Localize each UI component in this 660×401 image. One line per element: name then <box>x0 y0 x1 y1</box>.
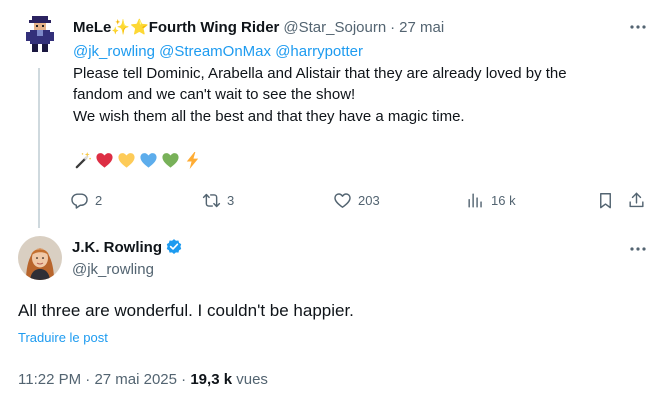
magic-wand-icon <box>75 151 91 169</box>
repost-icon <box>202 193 221 207</box>
bookmark-icon <box>600 192 611 208</box>
more-options-icon[interactable] <box>627 238 649 260</box>
author-name-emoji: ✨⭐ <box>111 19 149 36</box>
heart-icon <box>334 192 351 208</box>
thread-line <box>38 68 40 228</box>
avatar[interactable] <box>20 14 60 54</box>
reply-text-line: fandom and we can't wait to see the show… <box>73 86 356 103</box>
avatar[interactable] <box>18 236 62 280</box>
repost-button[interactable]: 3 <box>202 188 234 212</box>
views-count: 16 k <box>491 192 516 208</box>
blue-heart-icon <box>140 153 157 168</box>
mentions-line: @jk_rowling @StreamOnMax @harrypotter <box>73 41 648 63</box>
reply-text-line: Please tell Dominic, Arabella and Alista… <box>73 64 567 82</box>
post-date[interactable]: 27 mai 2025 <box>94 371 177 388</box>
action-bar: 2 3 203 16 k <box>70 188 650 212</box>
views-chart-icon <box>468 192 482 208</box>
reply-count: 2 <box>95 192 103 208</box>
reply-icon <box>71 192 88 209</box>
repost-count: 3 <box>227 192 235 208</box>
reply-tweet[interactable]: MeLe✨⭐Fourth Wing Rider @Star_Sojourn · … <box>0 0 660 228</box>
yellow-heart-icon <box>118 153 135 168</box>
author-name[interactable]: J.K. Rowling <box>72 238 183 256</box>
like-button[interactable]: 203 <box>333 188 380 212</box>
views-count[interactable]: 19,3 k <box>190 371 232 388</box>
emoji-line <box>73 151 202 170</box>
lightning-icon <box>186 151 199 170</box>
separator-dot: · <box>181 371 187 388</box>
mention-streamonmax[interactable]: @StreamOnMax <box>159 43 271 60</box>
translate-post-link[interactable]: Traduire le post <box>18 330 108 345</box>
separator-dot: · <box>390 18 396 36</box>
author-handle[interactable]: @jk_rowling <box>72 261 154 278</box>
share-button[interactable] <box>627 188 652 212</box>
post-time[interactable]: 11:22 PM <box>18 371 81 388</box>
reply-text-line: We wish them all the best and that they … <box>73 107 465 125</box>
separator-dot: · <box>85 371 91 388</box>
reply-text: @jk_rowling @StreamOnMax @harrypotter Pl… <box>73 41 648 127</box>
views-label: vues <box>236 371 268 388</box>
post-date[interactable]: 27 mai <box>399 19 444 36</box>
mention-harrypotter[interactable]: @harrypotter <box>275 43 363 60</box>
like-count: 203 <box>358 192 380 208</box>
share-icon <box>629 192 644 207</box>
post-text: All three are wonderful. I couldn't be h… <box>18 301 354 320</box>
red-heart-icon <box>96 153 113 168</box>
reply-header: MeLe✨⭐Fourth Wing Rider @Star_Sojourn · … <box>73 16 444 38</box>
author-name[interactable]: MeLe✨⭐Fourth Wing Rider <box>73 18 279 36</box>
author-name-text: MeLe <box>73 19 112 36</box>
main-tweet[interactable]: J.K. Rowling @jk_rowling All three are w… <box>0 226 660 401</box>
views-button[interactable]: 16 k <box>466 188 516 212</box>
author-name-suffix: Fourth Wing Rider <box>148 19 280 36</box>
verified-badge-icon <box>166 239 182 254</box>
green-heart-icon <box>162 153 179 168</box>
post-metadata: 11:22 PM · 27 mai 2025 · 19,3 k vues <box>18 371 268 388</box>
reply-button[interactable]: 2 <box>70 188 102 212</box>
author-name-text: J.K. Rowling <box>72 238 162 256</box>
more-options-icon[interactable] <box>627 16 649 38</box>
bookmark-button[interactable] <box>596 188 621 212</box>
mention-jk-rowling[interactable]: @jk_rowling <box>73 43 155 60</box>
author-handle[interactable]: @Star_Sojourn <box>283 19 386 36</box>
